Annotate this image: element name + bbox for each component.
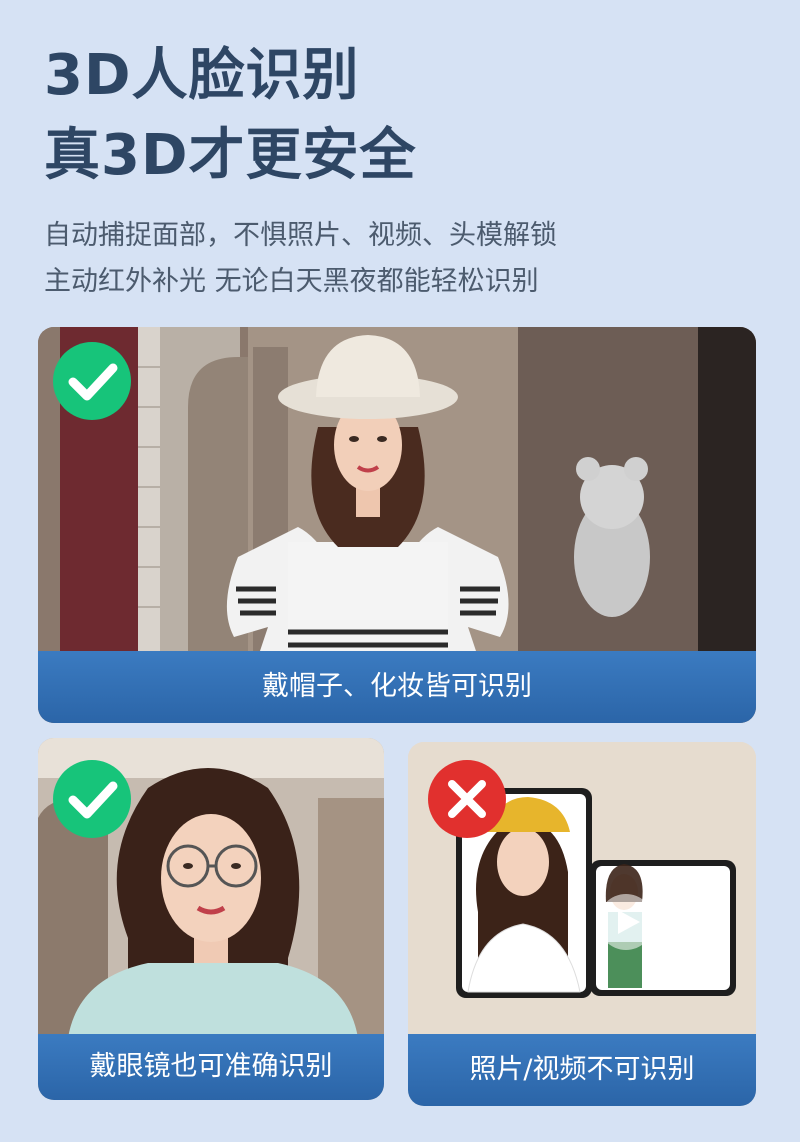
check-icon: [68, 781, 118, 819]
cross-badge: [428, 760, 506, 838]
photo-video-caption: 照片/视频不可识别: [408, 1034, 756, 1106]
check-icon: [68, 363, 118, 401]
glasses-card: 戴眼镜也可准确识别: [38, 738, 384, 1100]
photo-video-card: 照片/视频不可识别: [408, 742, 756, 1106]
page-title-line1: 3D人脸识别: [44, 43, 360, 108]
check-badge: [53, 760, 131, 838]
page-title-line2: 真3D才更安全: [44, 123, 417, 188]
glasses-caption: 戴眼镜也可准确识别: [38, 1034, 384, 1100]
subtitle-line2: 主动红外补光 无论白天黑夜都能轻松识别: [44, 266, 539, 297]
check-badge: [53, 342, 131, 420]
hat-makeup-card: 戴帽子、化妆皆可识别: [38, 327, 756, 723]
subtitle-line1: 自动捕捉面部，不惧照片、视频、头模解锁: [44, 220, 557, 251]
cross-icon: [448, 780, 486, 818]
hat-makeup-caption: 戴帽子、化妆皆可识别: [38, 651, 756, 723]
